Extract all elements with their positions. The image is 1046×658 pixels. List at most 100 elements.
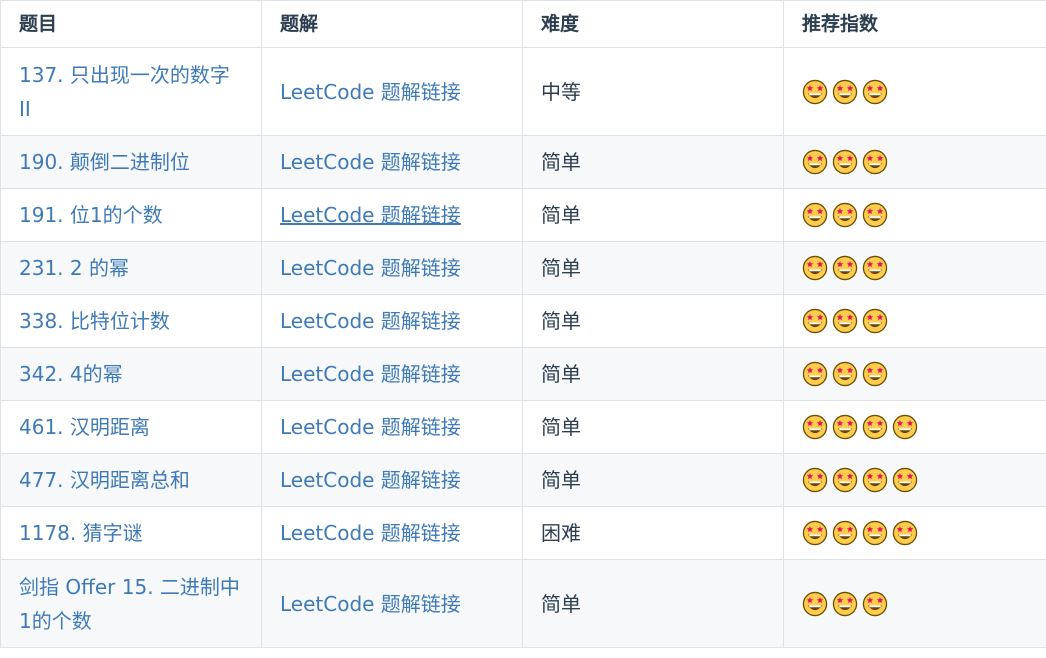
difficulty-label: 困难 [541, 521, 581, 545]
problem-cell: 137. 只出现一次的数字 II [0, 47, 262, 136]
table-row: 477. 汉明距离总和 LeetCode 题解链接 简单 [0, 453, 1046, 507]
star-struck-emoji-icon [802, 202, 828, 228]
problem-cell: 190. 颠倒二进制位 [0, 135, 262, 189]
problem-link[interactable]: 191. 位1的个数 [19, 203, 163, 227]
star-struck-emoji-icon [832, 255, 858, 281]
solution-link[interactable]: LeetCode 题解链接 [280, 150, 461, 174]
problem-link[interactable]: 190. 颠倒二进制位 [19, 150, 190, 174]
table-row: 1178. 猜字谜 LeetCode 题解链接 困难 [0, 506, 1046, 560]
solution-cell: LeetCode 题解链接 [261, 506, 523, 560]
rating-cell [783, 294, 1046, 348]
difficulty-label: 简单 [541, 150, 581, 174]
problem-cell: 338. 比特位计数 [0, 294, 262, 348]
rating-cell [783, 400, 1046, 454]
difficulty-label: 简单 [541, 468, 581, 492]
rating-cell [783, 241, 1046, 295]
solution-link[interactable]: LeetCode 题解链接 [280, 309, 461, 333]
problem-link[interactable]: 231. 2 的幂 [19, 256, 129, 280]
difficulty-cell: 简单 [522, 347, 784, 401]
solution-link[interactable]: LeetCode 题解链接 [280, 80, 461, 104]
problem-cell: 1178. 猜字谜 [0, 506, 262, 560]
table-row: 338. 比特位计数 LeetCode 题解链接 简单 [0, 294, 1046, 348]
problem-link[interactable]: 137. 只出现一次的数字 II [19, 63, 230, 121]
solution-link[interactable]: LeetCode 题解链接 [280, 203, 461, 227]
solution-cell: LeetCode 题解链接 [261, 400, 523, 454]
solution-cell: LeetCode 题解链接 [261, 47, 523, 136]
solution-link[interactable]: LeetCode 题解链接 [280, 256, 461, 280]
rating-emojis [802, 255, 1028, 281]
difficulty-cell: 简单 [522, 400, 784, 454]
star-struck-emoji-icon [862, 149, 888, 175]
difficulty-cell: 困难 [522, 506, 784, 560]
star-struck-emoji-icon [862, 591, 888, 617]
problem-cell: 231. 2 的幂 [0, 241, 262, 295]
star-struck-emoji-icon [802, 149, 828, 175]
solution-link[interactable]: LeetCode 题解链接 [280, 468, 461, 492]
problem-link[interactable]: 1178. 猜字谜 [19, 521, 143, 545]
header-solution: 题解 [261, 0, 523, 48]
difficulty-cell: 简单 [522, 294, 784, 348]
table-row: 191. 位1的个数 LeetCode 题解链接 简单 [0, 188, 1046, 242]
star-struck-emoji-icon [802, 361, 828, 387]
star-struck-emoji-icon [832, 149, 858, 175]
difficulty-cell: 简单 [522, 188, 784, 242]
solution-link[interactable]: LeetCode 题解链接 [280, 415, 461, 439]
difficulty-label: 简单 [541, 256, 581, 280]
problem-link[interactable]: 342. 4的幂 [19, 362, 123, 386]
rating-emojis [802, 414, 1028, 440]
difficulty-cell: 中等 [522, 47, 784, 136]
rating-emojis [802, 149, 1028, 175]
difficulty-label: 简单 [541, 203, 581, 227]
star-struck-emoji-icon [802, 467, 828, 493]
difficulty-label: 简单 [541, 362, 581, 386]
problem-link[interactable]: 338. 比特位计数 [19, 309, 170, 333]
rating-emojis [802, 520, 1028, 546]
solution-link[interactable]: LeetCode 题解链接 [280, 592, 461, 616]
star-struck-emoji-icon [802, 591, 828, 617]
star-struck-emoji-icon [892, 467, 918, 493]
star-struck-emoji-icon [862, 361, 888, 387]
star-struck-emoji-icon [802, 308, 828, 334]
star-struck-emoji-icon [862, 202, 888, 228]
problem-cell: 剑指 Offer 15. 二进制中1的个数 [0, 559, 262, 648]
solution-cell: LeetCode 题解链接 [261, 135, 523, 189]
star-struck-emoji-icon [832, 202, 858, 228]
problem-cell: 342. 4的幂 [0, 347, 262, 401]
problem-link[interactable]: 477. 汉明距离总和 [19, 468, 190, 492]
star-struck-emoji-icon [832, 308, 858, 334]
star-struck-emoji-icon [802, 520, 828, 546]
solution-cell: LeetCode 题解链接 [261, 188, 523, 242]
problem-link[interactable]: 剑指 Offer 15. 二进制中1的个数 [19, 575, 240, 633]
rating-emojis [802, 361, 1028, 387]
solution-link[interactable]: LeetCode 题解链接 [280, 362, 461, 386]
star-struck-emoji-icon [832, 467, 858, 493]
rating-cell [783, 347, 1046, 401]
star-struck-emoji-icon [862, 414, 888, 440]
rating-emojis [802, 202, 1028, 228]
rating-emojis [802, 467, 1028, 493]
rating-emojis [802, 591, 1028, 617]
table-row: 137. 只出现一次的数字 II LeetCode 题解链接 中等 [0, 47, 1046, 136]
rating-cell [783, 47, 1046, 136]
star-struck-emoji-icon [862, 308, 888, 334]
table-row: 剑指 Offer 15. 二进制中1的个数 LeetCode 题解链接 简单 [0, 559, 1046, 648]
star-struck-emoji-icon [862, 79, 888, 105]
solution-link[interactable]: LeetCode 题解链接 [280, 521, 461, 545]
header-title: 题目 [0, 0, 262, 48]
star-struck-emoji-icon [862, 520, 888, 546]
difficulty-label: 简单 [541, 591, 581, 616]
rating-cell [783, 453, 1046, 507]
rating-cell [783, 559, 1046, 648]
header-rating: 推荐指数 [783, 0, 1046, 48]
difficulty-label: 中等 [541, 79, 581, 104]
problem-cell: 461. 汉明距离 [0, 400, 262, 454]
rating-emojis [802, 79, 1028, 105]
difficulty-cell: 简单 [522, 453, 784, 507]
table-row: 461. 汉明距离 LeetCode 题解链接 简单 [0, 400, 1046, 454]
star-struck-emoji-icon [832, 361, 858, 387]
problem-link[interactable]: 461. 汉明距离 [19, 415, 150, 439]
difficulty-cell: 简单 [522, 135, 784, 189]
star-struck-emoji-icon [832, 414, 858, 440]
rating-cell [783, 188, 1046, 242]
star-struck-emoji-icon [892, 414, 918, 440]
